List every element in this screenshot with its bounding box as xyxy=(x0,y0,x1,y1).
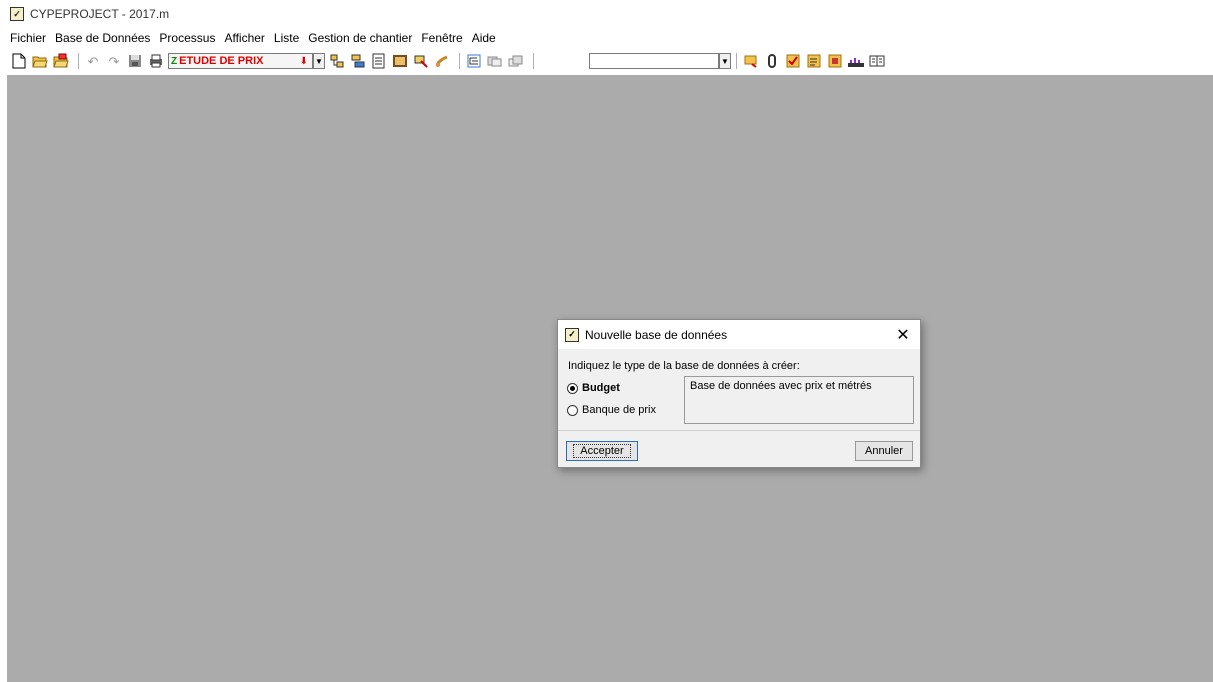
study-badge: Z xyxy=(171,55,178,67)
book-icon[interactable] xyxy=(868,52,886,70)
close-icon[interactable]: ✕ xyxy=(894,325,912,345)
radio-budget[interactable] xyxy=(567,382,578,394)
menu-aide[interactable]: Aide xyxy=(472,31,500,45)
open-folder-search-icon[interactable] xyxy=(52,52,70,70)
document-icon[interactable] xyxy=(370,52,388,70)
paste-icon[interactable] xyxy=(507,52,525,70)
save-icon[interactable] xyxy=(126,52,144,70)
menu-afficher[interactable]: Afficher xyxy=(224,31,268,45)
option-budget[interactable]: Budget xyxy=(567,382,620,394)
right-combo-field[interactable] xyxy=(589,53,719,69)
study-combo-value: ETUDE DE PRIX xyxy=(179,55,264,67)
insert-icon[interactable] xyxy=(349,52,367,70)
print-icon[interactable] xyxy=(147,52,165,70)
down-arrow-icon: ⬇ xyxy=(299,55,308,67)
tool-icon[interactable] xyxy=(412,52,430,70)
tree-icon[interactable] xyxy=(465,52,483,70)
checklist-icon[interactable] xyxy=(805,52,823,70)
menu-fichier[interactable]: Fichier xyxy=(10,31,50,45)
study-combo-field[interactable]: Z ETUDE DE PRIX ⬇ xyxy=(168,53,313,69)
add-chapter-icon[interactable] xyxy=(328,52,346,70)
menu-gestion-de-chantier[interactable]: Gestion de chantier xyxy=(308,31,416,45)
cancel-button[interactable]: Annuler xyxy=(855,441,913,461)
image-icon[interactable] xyxy=(391,52,409,70)
accept-button-label: Accepter xyxy=(573,444,631,458)
option-budget-label: Budget xyxy=(582,382,620,394)
comment-icon[interactable] xyxy=(742,52,760,70)
study-combo[interactable]: Z ETUDE DE PRIX ⬇ ▼ xyxy=(168,52,325,70)
menu-base-de-donnees[interactable]: Base de Données xyxy=(55,31,154,45)
app-icon: ✓ xyxy=(565,327,579,342)
check-icon[interactable] xyxy=(784,52,802,70)
chart-icon[interactable] xyxy=(847,52,865,70)
toolbar-separator xyxy=(736,53,737,69)
toolbar-separator xyxy=(459,53,460,69)
toolbar-separator xyxy=(78,53,79,69)
title-bar: ✓ CYPEPROJECT - 2017.m xyxy=(0,0,1213,28)
menu-liste[interactable]: Liste xyxy=(274,31,303,45)
menu-fenetre[interactable]: Fenêtre xyxy=(421,31,466,45)
app-icon: ✓ xyxy=(10,7,24,21)
option-banque-de-prix[interactable]: Banque de prix xyxy=(567,404,656,416)
dialog-prompt: Indiquez le type de la base de données à… xyxy=(568,360,800,372)
dialog-title-bar: ✓ Nouvelle base de données ✕ xyxy=(558,320,920,349)
dialog-divider xyxy=(558,430,920,431)
menu-processus[interactable]: Processus xyxy=(159,31,219,45)
undo-icon[interactable]: ↶ xyxy=(84,52,102,70)
menu-bar: Fichier Base de Données Processus Affich… xyxy=(0,29,505,47)
toolbar: ↶ ↷ Z ETUDE DE PRIX ⬇ ▼ ▼ xyxy=(0,48,1213,74)
toolbar-separator xyxy=(533,53,534,69)
clip-icon[interactable] xyxy=(763,52,781,70)
chevron-down-icon[interactable]: ▼ xyxy=(313,53,325,69)
dialog-title: Nouvelle base de données xyxy=(585,327,728,342)
new-database-dialog: ✓ Nouvelle base de données ✕ Indiquez le… xyxy=(557,319,921,468)
redo-icon[interactable]: ↷ xyxy=(105,52,123,70)
new-file-icon[interactable] xyxy=(10,52,28,70)
description-box: Base de données avec prix et métrés xyxy=(684,376,914,424)
open-folder-icon[interactable] xyxy=(31,52,49,70)
accept-button[interactable]: Accepter xyxy=(566,441,638,461)
copy-icon[interactable] xyxy=(486,52,504,70)
chevron-down-icon[interactable]: ▼ xyxy=(719,53,731,69)
report-icon[interactable] xyxy=(826,52,844,70)
right-combo[interactable]: ▼ xyxy=(589,53,731,69)
window-title: CYPEPROJECT - 2017.m xyxy=(30,7,170,21)
radio-banque-de-prix[interactable] xyxy=(567,404,578,416)
paint-icon[interactable] xyxy=(433,52,451,70)
option-banque-de-prix-label: Banque de prix xyxy=(582,404,656,416)
